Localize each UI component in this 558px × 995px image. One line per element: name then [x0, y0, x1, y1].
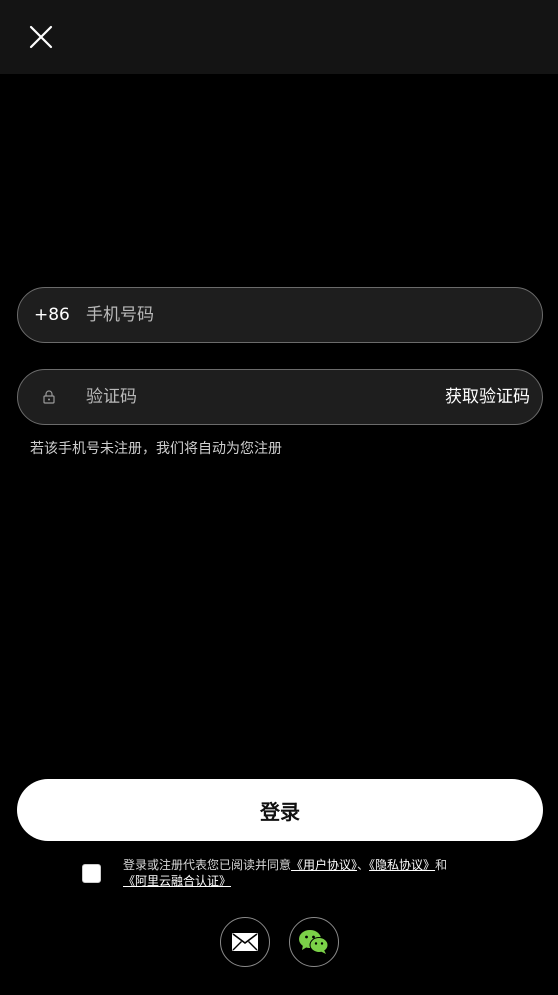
user-agreement-link[interactable]: 《用户协议》	[291, 858, 357, 872]
get-code-button[interactable]: 获取验证码	[445, 370, 530, 424]
verification-code-input[interactable]	[86, 370, 416, 424]
wechat-icon	[299, 930, 329, 954]
agreement-prefix: 登录或注册代表您已阅读并同意	[123, 858, 292, 872]
wechat-login-button[interactable]	[289, 917, 339, 967]
aliyun-auth-link[interactable]: 《阿里云融合认证》	[123, 874, 231, 888]
verification-code-field: 获取验证码	[17, 369, 543, 425]
agreement-checkbox[interactable]	[82, 864, 101, 883]
country-code[interactable]: +86	[34, 288, 70, 342]
close-button[interactable]	[22, 18, 60, 56]
phone-input[interactable]	[86, 288, 416, 342]
mail-icon	[232, 933, 258, 951]
privacy-agreement-link[interactable]: 《隐私协议》	[369, 858, 435, 872]
agreement-and: 和	[435, 858, 448, 872]
agreement-separator: 、	[357, 858, 370, 872]
login-button[interactable]: 登录	[17, 779, 543, 841]
close-icon	[29, 25, 53, 49]
top-bar	[0, 0, 558, 74]
auto-register-hint: 若该手机号未注册，我们将自动为您注册	[30, 441, 282, 457]
login-page: +86 获取验证码 若该手机号未注册，我们将自动为您注册 登录 登录或注册代表您…	[0, 0, 558, 995]
lock-icon	[43, 390, 55, 404]
email-login-button[interactable]	[220, 917, 270, 967]
agreement-text: 登录或注册代表您已阅读并同意《用户协议》、《隐私协议》和《阿里云融合认证》	[123, 857, 503, 889]
phone-field: +86	[17, 287, 543, 343]
